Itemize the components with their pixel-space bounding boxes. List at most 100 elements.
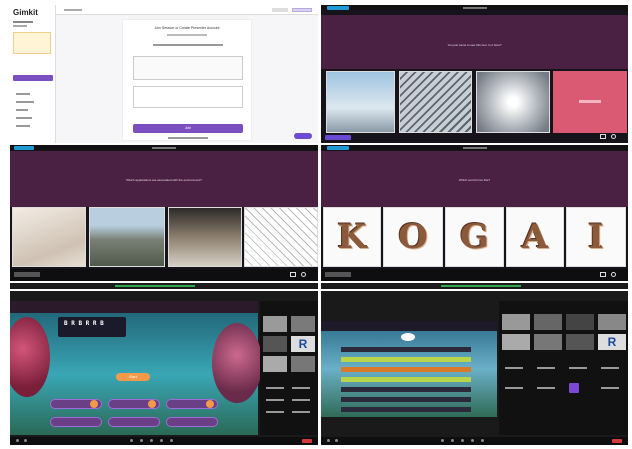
session-select[interactable] xyxy=(133,56,243,80)
video-tile xyxy=(290,315,316,333)
record-icon[interactable] xyxy=(471,439,474,442)
settings-icon[interactable] xyxy=(611,134,616,139)
video-tile xyxy=(501,333,531,351)
participants-icon[interactable] xyxy=(150,439,153,442)
sidebar-item[interactable] xyxy=(16,125,30,127)
letter-tile-2[interactable]: O xyxy=(383,207,443,267)
letter-row: K O G A I xyxy=(323,207,626,267)
reactions-icon[interactable] xyxy=(170,439,173,442)
participant-name xyxy=(266,399,284,401)
participants-icon[interactable] xyxy=(461,439,464,442)
mic-icon[interactable] xyxy=(16,439,19,442)
floating-help-button[interactable] xyxy=(294,133,312,139)
header-bar xyxy=(321,5,628,10)
join-instruction xyxy=(153,44,223,46)
end-call-button[interactable] xyxy=(612,439,622,443)
fullscreen-icon[interactable] xyxy=(600,272,606,277)
player-slot-4[interactable] xyxy=(50,417,102,427)
panel-bottom-left-game: B R B R R B Start R xyxy=(10,291,318,445)
image-option-2[interactable] xyxy=(399,71,472,133)
participant-list xyxy=(262,379,316,429)
game-window: B R B R R B Start xyxy=(10,301,262,435)
meeting-toolbar xyxy=(10,437,318,445)
slide-counter xyxy=(463,146,487,149)
leaderboard-row xyxy=(341,347,471,352)
participant-name xyxy=(292,399,310,401)
video-tile xyxy=(565,333,595,351)
sidebar-item[interactable] xyxy=(13,21,33,23)
panel-mid-right-slide: Which word forms this? K O G A I xyxy=(321,145,628,281)
slide-toolbar xyxy=(10,269,318,281)
letter-tile-4[interactable]: A xyxy=(506,207,564,267)
video-tile xyxy=(565,313,595,331)
image-option-1[interactable] xyxy=(12,207,86,267)
game-start-button[interactable]: Start xyxy=(116,373,150,381)
share-icon[interactable] xyxy=(130,439,133,442)
slide-tag[interactable] xyxy=(325,135,351,140)
sidebar-item[interactable] xyxy=(16,101,34,103)
participant-name xyxy=(537,387,555,389)
reactions-icon[interactable] xyxy=(481,439,484,442)
participant-name xyxy=(505,387,523,389)
image-option-3[interactable] xyxy=(168,207,242,267)
sidebar-item[interactable] xyxy=(16,93,30,95)
video-gallery: R xyxy=(260,301,318,435)
header-bar xyxy=(321,145,628,150)
image-option-1[interactable] xyxy=(326,71,395,133)
live-badge xyxy=(327,6,349,10)
question-banner: You just came to see this tour. Is it he… xyxy=(321,15,628,69)
end-call-button[interactable] xyxy=(302,439,312,443)
game-code-box: B R B R R B xyxy=(58,317,126,337)
record-icon[interactable] xyxy=(160,439,163,442)
participant-name xyxy=(266,387,284,389)
participant-grid xyxy=(501,361,626,421)
join-footer-link[interactable] xyxy=(168,137,208,139)
sidebar-button-active[interactable] xyxy=(13,75,53,81)
live-badge xyxy=(327,146,349,150)
chat-icon[interactable] xyxy=(451,439,454,442)
trophy-icon xyxy=(401,333,415,341)
player-slot-6[interactable] xyxy=(166,417,218,427)
join-card: Join Session or Create Presenter Account… xyxy=(122,19,252,141)
image-option-2[interactable] xyxy=(89,207,165,267)
chat-icon[interactable] xyxy=(140,439,143,442)
camera-icon[interactable] xyxy=(335,439,338,442)
video-tile xyxy=(501,313,531,331)
settings-icon[interactable] xyxy=(301,272,306,277)
letter-tile-5[interactable]: I xyxy=(566,207,626,267)
leaderboard-row-highlight xyxy=(341,367,471,372)
header-bar xyxy=(10,145,318,150)
slide-tag[interactable] xyxy=(14,272,40,277)
image-option-4-highlight[interactable] xyxy=(553,71,627,133)
panel-top-left-login: Gimkit Join Session or Create Presenter … xyxy=(10,5,318,143)
progress-strip-left xyxy=(10,283,318,289)
slot-avatar-icon xyxy=(90,400,98,408)
letter-tile-3[interactable]: G xyxy=(445,207,504,267)
player-slot-5[interactable] xyxy=(108,417,160,427)
top-bar-button[interactable] xyxy=(272,8,288,12)
video-tile xyxy=(262,335,288,353)
settings-icon[interactable] xyxy=(611,272,616,277)
sidebar-item[interactable] xyxy=(16,117,32,119)
name-input[interactable] xyxy=(133,86,243,108)
participant-name xyxy=(266,411,284,413)
fullscreen-icon[interactable] xyxy=(290,272,296,277)
sidebar-item[interactable] xyxy=(16,109,28,111)
letter-tile-1[interactable]: K xyxy=(323,207,381,267)
sidebar-callout xyxy=(13,32,51,54)
sidebar-item[interactable] xyxy=(13,25,27,27)
participant-name xyxy=(292,411,310,413)
share-icon[interactable] xyxy=(441,439,444,442)
slide-tag[interactable] xyxy=(325,272,351,277)
game-top-bar xyxy=(10,301,258,313)
camera-icon[interactable] xyxy=(24,439,27,442)
join-button[interactable]: Join xyxy=(133,124,243,133)
mic-icon[interactable] xyxy=(327,439,330,442)
image-option-4[interactable] xyxy=(244,207,318,267)
image-option-3[interactable] xyxy=(476,71,550,133)
progress-fill xyxy=(115,285,195,287)
video-tile xyxy=(533,333,563,351)
top-bar-button-primary[interactable] xyxy=(292,8,312,12)
fullscreen-icon[interactable] xyxy=(600,134,606,139)
slide-counter xyxy=(152,146,176,149)
